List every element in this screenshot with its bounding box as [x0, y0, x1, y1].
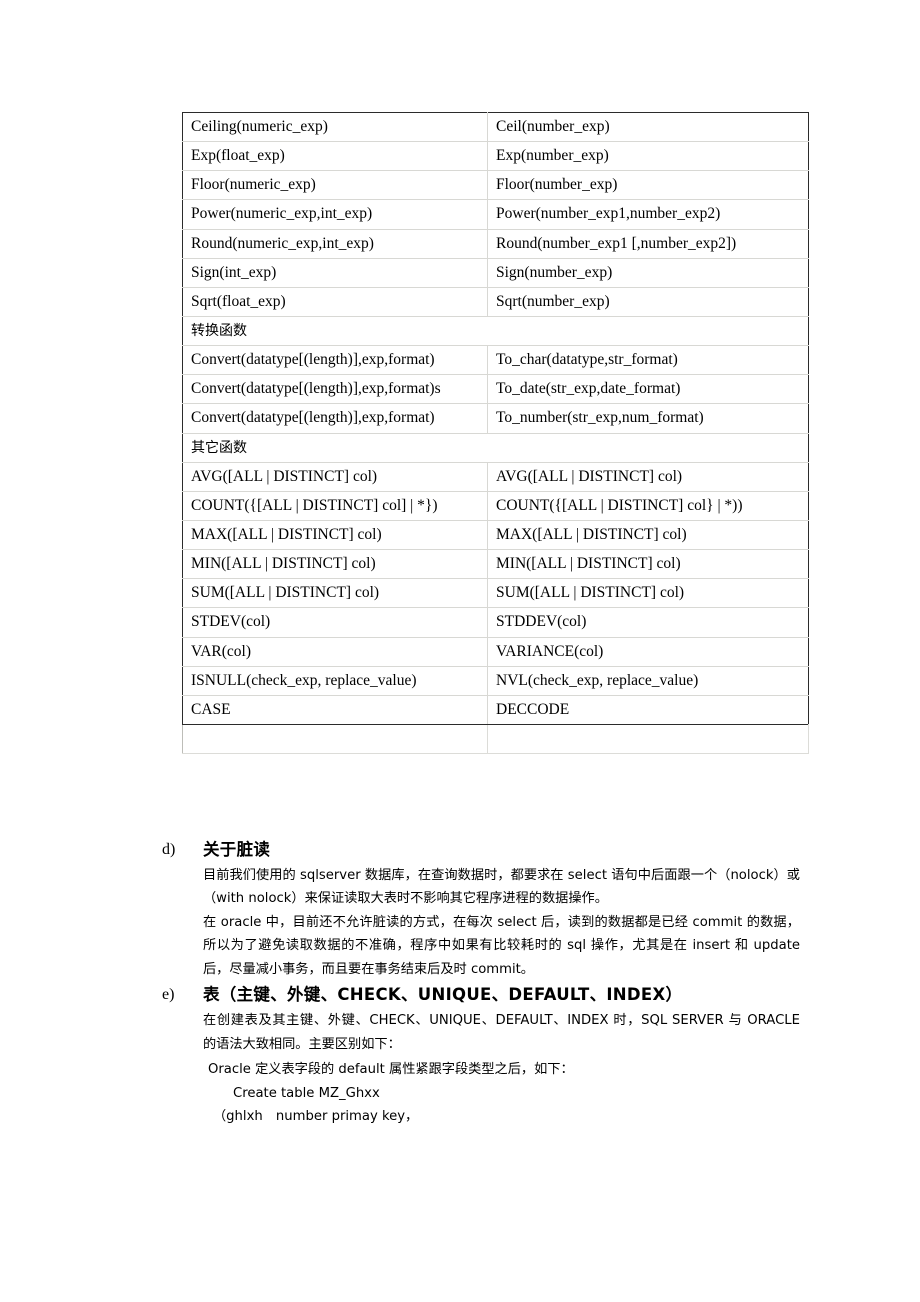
- function-mapping-table: Ceiling(numeric_exp) Ceil(number_exp) Ex…: [182, 111, 809, 755]
- table-row: Convert(datatype[(length)],exp,format)s …: [182, 374, 809, 405]
- section-header-other: 其它函数: [182, 432, 809, 463]
- clause-d-body: 目前我们使用的 sqlserver 数据库，在查询数据时，都要求在 select…: [203, 864, 800, 982]
- table-cell-sqlserver: Ceiling(numeric_exp): [182, 111, 488, 143]
- paragraph: 在创建表及其主键、外键、CHECK、UNIQUE、DEFAULT、INDEX 时…: [203, 1013, 800, 1052]
- table-cell-sqlserver: MAX([ALL | DISTINCT] col): [182, 520, 488, 551]
- code-line-column-def: （ghlxh number primay key，: [213, 1109, 419, 1125]
- table-section-row: 转换函数: [182, 315, 809, 347]
- table-cell-oracle: DECCODE: [487, 694, 809, 726]
- table-cell-sqlserver: Floor(numeric_exp): [182, 170, 488, 201]
- table-row: Power(numeric_exp,int_exp) Power(number_…: [182, 199, 809, 230]
- table-row: Exp(float_exp) Exp(number_exp): [182, 141, 809, 172]
- table-cell-oracle: Floor(number_exp): [487, 170, 809, 201]
- table-row: SUM([ALL | DISTINCT] col) SUM([ALL | DIS…: [182, 578, 809, 609]
- table-section-row: 其它函数: [182, 432, 809, 463]
- table-body: Ceiling(numeric_exp) Ceil(number_exp) Ex…: [182, 111, 809, 755]
- table-cell-empty-mid: [487, 724, 809, 755]
- section-header-conversion: 转换函数: [182, 315, 809, 347]
- table-cell-sqlserver: AVG([ALL | DISTINCT] col): [182, 461, 488, 492]
- table-row: Ceiling(numeric_exp) Ceil(number_exp): [182, 111, 809, 143]
- table-row: Round(numeric_exp,int_exp) Round(number_…: [182, 228, 809, 259]
- table-cell-oracle: MAX([ALL | DISTINCT] col): [487, 520, 809, 551]
- table-cell-sqlserver: Round(numeric_exp,int_exp): [182, 228, 488, 259]
- clause-e: e) 表（主键、外键、CHECK、UNIQUE、DEFAULT、INDEX） 在…: [0, 983, 920, 1128]
- table-row: CASE DECCODE: [182, 694, 809, 726]
- code-line-create-table: Create table MZ_Ghxx: [233, 1085, 380, 1101]
- prose-section: d) 关于脏读 目前我们使用的 sqlserver 数据库，在查询数据时，都要求…: [0, 838, 920, 1129]
- table-cell-sqlserver: Exp(float_exp): [182, 141, 488, 172]
- table-row: Floor(numeric_exp) Floor(number_exp): [182, 170, 809, 201]
- table-cell-oracle: To_char(datatype,str_format): [487, 345, 809, 376]
- table-cell-oracle: NVL(check_exp, replace_value): [487, 665, 809, 696]
- table-cell-oracle: VARIANCE(col): [487, 636, 809, 667]
- table-row: Sign(int_exp) Sign(number_exp): [182, 257, 809, 288]
- table-row: MIN([ALL | DISTINCT] col) MIN([ALL | DIS…: [182, 549, 809, 580]
- table-row: VAR(col) VARIANCE(col): [182, 636, 809, 667]
- clause-title-d: 关于脏读: [203, 840, 271, 859]
- table-cell-sqlserver: COUNT({[ALL | DISTINCT] col] | *}): [182, 490, 488, 522]
- table-cell-oracle: SUM([ALL | DISTINCT] col): [487, 578, 809, 609]
- table-cell-oracle: STDDEV(col): [487, 607, 809, 638]
- table-cell-sqlserver: VAR(col): [182, 636, 488, 667]
- table-row: Convert(datatype[(length)],exp,format) T…: [182, 403, 809, 434]
- table-cell-sqlserver: Power(numeric_exp,int_exp): [182, 199, 488, 230]
- table-cell-sqlserver: Convert(datatype[(length)],exp,format): [182, 345, 488, 376]
- table-row: Sqrt(float_exp) Sqrt(number_exp): [182, 286, 809, 317]
- table-row: AVG([ALL | DISTINCT] col) AVG([ALL | DIS…: [182, 461, 809, 492]
- table-row: Convert(datatype[(length)],exp,format) T…: [182, 345, 809, 376]
- table-cell-oracle: Power(number_exp1,number_exp2): [487, 199, 809, 230]
- paragraph: Oracle 定义表字段的 default 属性紧跟字段类型之后，如下：: [208, 1062, 574, 1078]
- table-cell-sqlserver: Sign(int_exp): [182, 257, 488, 288]
- table-cell-oracle: Sign(number_exp): [487, 257, 809, 288]
- table-cell-oracle: AVG([ALL | DISTINCT] col): [487, 461, 809, 492]
- table-cell-empty-left: [182, 724, 488, 755]
- document-page: Ceiling(numeric_exp) Ceil(number_exp) Ex…: [0, 0, 920, 1302]
- table-cell-sqlserver: ISNULL(check_exp, replace_value): [182, 665, 488, 696]
- clause-e-subnote: Oracle 定义表字段的 default 属性紧跟字段类型之后，如下：: [208, 1058, 788, 1082]
- clause-e-body: 在创建表及其主键、外键、CHECK、UNIQUE、DEFAULT、INDEX 时…: [203, 1009, 800, 1056]
- clause-d: d) 关于脏读 目前我们使用的 sqlserver 数据库，在查询数据时，都要求…: [0, 838, 920, 981]
- table-cell-sqlserver: CASE: [182, 694, 488, 726]
- paragraph: 目前我们使用的 sqlserver 数据库，在查询数据时，都要求在 select…: [203, 867, 800, 907]
- table-cell-sqlserver: STDEV(col): [182, 607, 488, 638]
- clause-marker-d: d): [162, 841, 176, 858]
- clause-marker-e: e): [162, 986, 175, 1004]
- table-row-empty: [182, 724, 809, 755]
- table-cell-oracle: Exp(number_exp): [487, 141, 809, 172]
- table-cell-sqlserver: Sqrt(float_exp): [182, 286, 488, 317]
- paragraph: 在 oracle 中，目前还不允许脏读的方式，在每次 select 后，读到的数…: [203, 914, 800, 977]
- table-cell-sqlserver: Convert(datatype[(length)],exp,format): [182, 403, 488, 434]
- table-row: COUNT({[ALL | DISTINCT] col] | *}) COUNT…: [182, 490, 809, 522]
- table-cell-sqlserver: Convert(datatype[(length)],exp,format)s: [182, 374, 488, 405]
- table-cell-oracle: Round(number_exp1 [,number_exp2]): [487, 228, 809, 259]
- table-cell-oracle: Ceil(number_exp): [487, 111, 809, 143]
- table-row: STDEV(col) STDDEV(col): [182, 607, 809, 638]
- table-cell-oracle: To_number(str_exp,num_format): [487, 403, 809, 434]
- clause-title-e: 表（主键、外键、CHECK、UNIQUE、DEFAULT、INDEX）: [203, 985, 683, 1005]
- table-row: MAX([ALL | DISTINCT] col) MAX([ALL | DIS…: [182, 520, 809, 551]
- table-cell-sqlserver: SUM([ALL | DISTINCT] col): [182, 578, 488, 609]
- table-cell-oracle: Sqrt(number_exp): [487, 286, 809, 317]
- table-cell-oracle: To_date(str_exp,date_format): [487, 374, 809, 405]
- table-cell-oracle: COUNT({[ALL | DISTINCT] col} | *)): [487, 490, 809, 522]
- table-cell-oracle: MIN([ALL | DISTINCT] col): [487, 549, 809, 580]
- table-row: ISNULL(check_exp, replace_value) NVL(che…: [182, 665, 809, 696]
- table-cell-sqlserver: MIN([ALL | DISTINCT] col): [182, 549, 488, 580]
